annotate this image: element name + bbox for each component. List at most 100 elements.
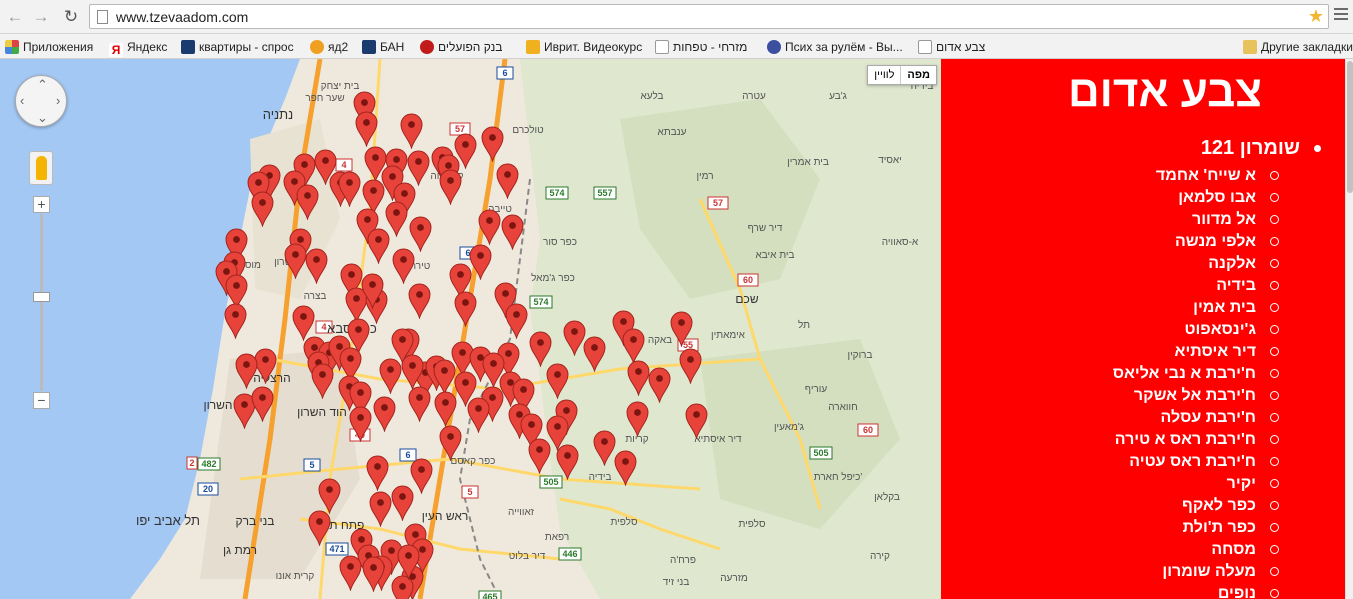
alert-marker-icon[interactable] [505, 303, 528, 339]
alert-marker-icon[interactable] [622, 328, 645, 364]
alert-marker-icon[interactable] [224, 303, 247, 339]
bookmark-yandex[interactable]: Я Яндекс [109, 38, 167, 57]
page-scrollbar[interactable] [1345, 59, 1353, 599]
alert-marker-icon[interactable] [679, 348, 702, 384]
alert-marker-icon[interactable] [379, 358, 402, 394]
alert-marker-icon[interactable] [648, 367, 671, 403]
alert-marker-icon[interactable] [251, 191, 274, 227]
forward-icon[interactable]: → [30, 6, 52, 28]
pan-down-icon[interactable]: ⌄ [37, 110, 48, 126]
alert-marker-icon[interactable] [670, 311, 693, 347]
alert-marker-icon[interactable] [528, 438, 551, 474]
alert-marker-icon[interactable] [496, 163, 519, 199]
bookmark-mizrahi-tefahot[interactable]: מזרחי - טפחות [655, 38, 747, 56]
bookmark-apartments[interactable]: квартиры - спрос [181, 38, 294, 56]
alert-marker-icon[interactable] [318, 478, 341, 514]
alert-marker-icon[interactable] [355, 111, 378, 147]
alert-marker-icon[interactable] [546, 363, 569, 399]
bookmark-tzeva-adom[interactable]: צבע אדום [918, 38, 985, 56]
bookmark-star-icon[interactable]: ★ [1308, 6, 1324, 27]
bookmark-yad2[interactable]: яд2 [310, 38, 348, 56]
alert-marker-icon[interactable] [467, 397, 490, 433]
alert-marker-icon[interactable] [397, 544, 420, 580]
alert-marker-icon[interactable] [454, 291, 477, 327]
alert-marker-icon[interactable] [434, 391, 457, 427]
street-view-pegman-icon[interactable] [29, 151, 53, 185]
alert-marker-icon[interactable] [501, 214, 524, 250]
alert-marker-icon[interactable] [338, 171, 361, 207]
alert-marker-icon[interactable] [614, 450, 637, 486]
zoom-in-button[interactable]: + [33, 196, 50, 213]
bookmark-bank-hapoalim[interactable]: בנק הפועלים [420, 38, 502, 56]
alert-marker-icon[interactable] [373, 396, 396, 432]
alert-marker-icon[interactable] [400, 113, 423, 149]
alert-marker-icon[interactable] [439, 169, 462, 205]
alert-marker-icon[interactable] [311, 363, 334, 399]
svg-text:כפר ג'מאל: כפר ג'מאל [531, 272, 575, 284]
map-type-map[interactable]: מפה [900, 66, 936, 84]
alert-marker-icon[interactable] [469, 244, 492, 280]
alert-marker-icon[interactable] [296, 184, 319, 220]
alert-marker-icon[interactable] [626, 401, 649, 437]
url-text[interactable]: www.tzevaadom.com [116, 9, 248, 25]
alert-marker-icon[interactable] [408, 386, 431, 422]
alert-marker-icon[interactable] [305, 248, 328, 284]
alert-marker-icon[interactable] [391, 485, 414, 521]
map-canvas[interactable]: 4 6 57 574 557 57 60 574 55 4 6 40 6 60 … [0, 59, 941, 599]
alert-marker-icon[interactable] [392, 248, 415, 284]
alert-marker-icon[interactable] [409, 216, 432, 252]
bookmark-psych-driver[interactable]: Псих за рулём - Вы... [767, 38, 903, 56]
alert-marker-icon[interactable] [478, 209, 501, 245]
pan-up-icon[interactable]: ⌃ [37, 77, 48, 93]
alert-marker-icon[interactable] [308, 510, 331, 546]
svg-text:באקה: באקה [648, 335, 672, 346]
alert-marker-icon[interactable] [235, 353, 258, 389]
browser-menu-icon[interactable] [1334, 8, 1348, 22]
reload-icon[interactable]: ↻ [60, 6, 82, 28]
towns-list: א שייח' אחמד אבו סלמאן אל מדוור אלפי מנש… [1113, 165, 1279, 599]
bookmark-ban[interactable]: БАН [362, 38, 404, 56]
alert-marker-icon[interactable] [369, 491, 392, 527]
scrollbar-thumb[interactable] [1347, 61, 1353, 193]
alert-marker-icon[interactable] [529, 331, 552, 367]
list-item: א שייח' אחמד [1113, 165, 1279, 187]
alert-marker-icon[interactable] [349, 406, 372, 442]
alert-marker-icon[interactable] [593, 430, 616, 466]
svg-text:574: 574 [533, 297, 548, 307]
alert-marker-icon[interactable] [408, 283, 431, 319]
alert-marker-icon[interactable] [583, 336, 606, 372]
zoom-slider-track[interactable] [40, 214, 43, 391]
alert-marker-icon[interactable] [685, 403, 708, 439]
alert-marker-icon[interactable] [433, 359, 456, 395]
alert-marker-icon[interactable] [366, 455, 389, 491]
back-icon[interactable]: ← [4, 6, 26, 28]
page-title: צבע אדום [1067, 67, 1263, 116]
pan-right-icon[interactable]: › [56, 93, 60, 108]
bookmark-hebrew-course[interactable]: Иврит. Видеокурс [526, 38, 642, 56]
alert-marker-icon[interactable] [481, 126, 504, 162]
bookmark-other[interactable]: Другие закладки [1243, 38, 1353, 56]
bookmark-apps[interactable]: Приложения [5, 38, 93, 56]
alert-marker-icon[interactable] [556, 444, 579, 480]
svg-text:בקלאן: בקלאן [874, 491, 900, 503]
zoom-slider-thumb[interactable] [33, 292, 50, 302]
alert-marker-icon[interactable] [367, 228, 390, 264]
svg-text:ג'בע: ג'בע [829, 91, 847, 102]
alert-marker-icon[interactable] [251, 386, 274, 422]
list-item: ח'ירבת ראס עטיה [1113, 451, 1279, 473]
alert-marker-icon[interactable] [339, 555, 362, 591]
alert-marker-icon[interactable] [362, 556, 385, 592]
alert-marker-icon[interactable] [627, 360, 650, 396]
map-type-satellite[interactable]: לוויין [868, 66, 900, 84]
alert-marker-icon[interactable] [407, 150, 430, 186]
alert-marker-icon[interactable] [401, 354, 424, 390]
zoom-out-button[interactable]: − [33, 392, 50, 409]
pan-left-icon[interactable]: ‹ [20, 93, 24, 108]
pan-control[interactable]: ⌃ ⌄ ‹ › [15, 75, 67, 127]
bullet-icon [1314, 145, 1321, 153]
alert-marker-icon[interactable] [361, 273, 384, 309]
alert-marker-icon[interactable] [284, 243, 307, 279]
alert-marker-icon[interactable] [439, 425, 462, 461]
address-bar[interactable]: www.tzevaadom.com ★ [89, 4, 1329, 29]
svg-text:ענבתא: ענבתא [658, 127, 687, 138]
